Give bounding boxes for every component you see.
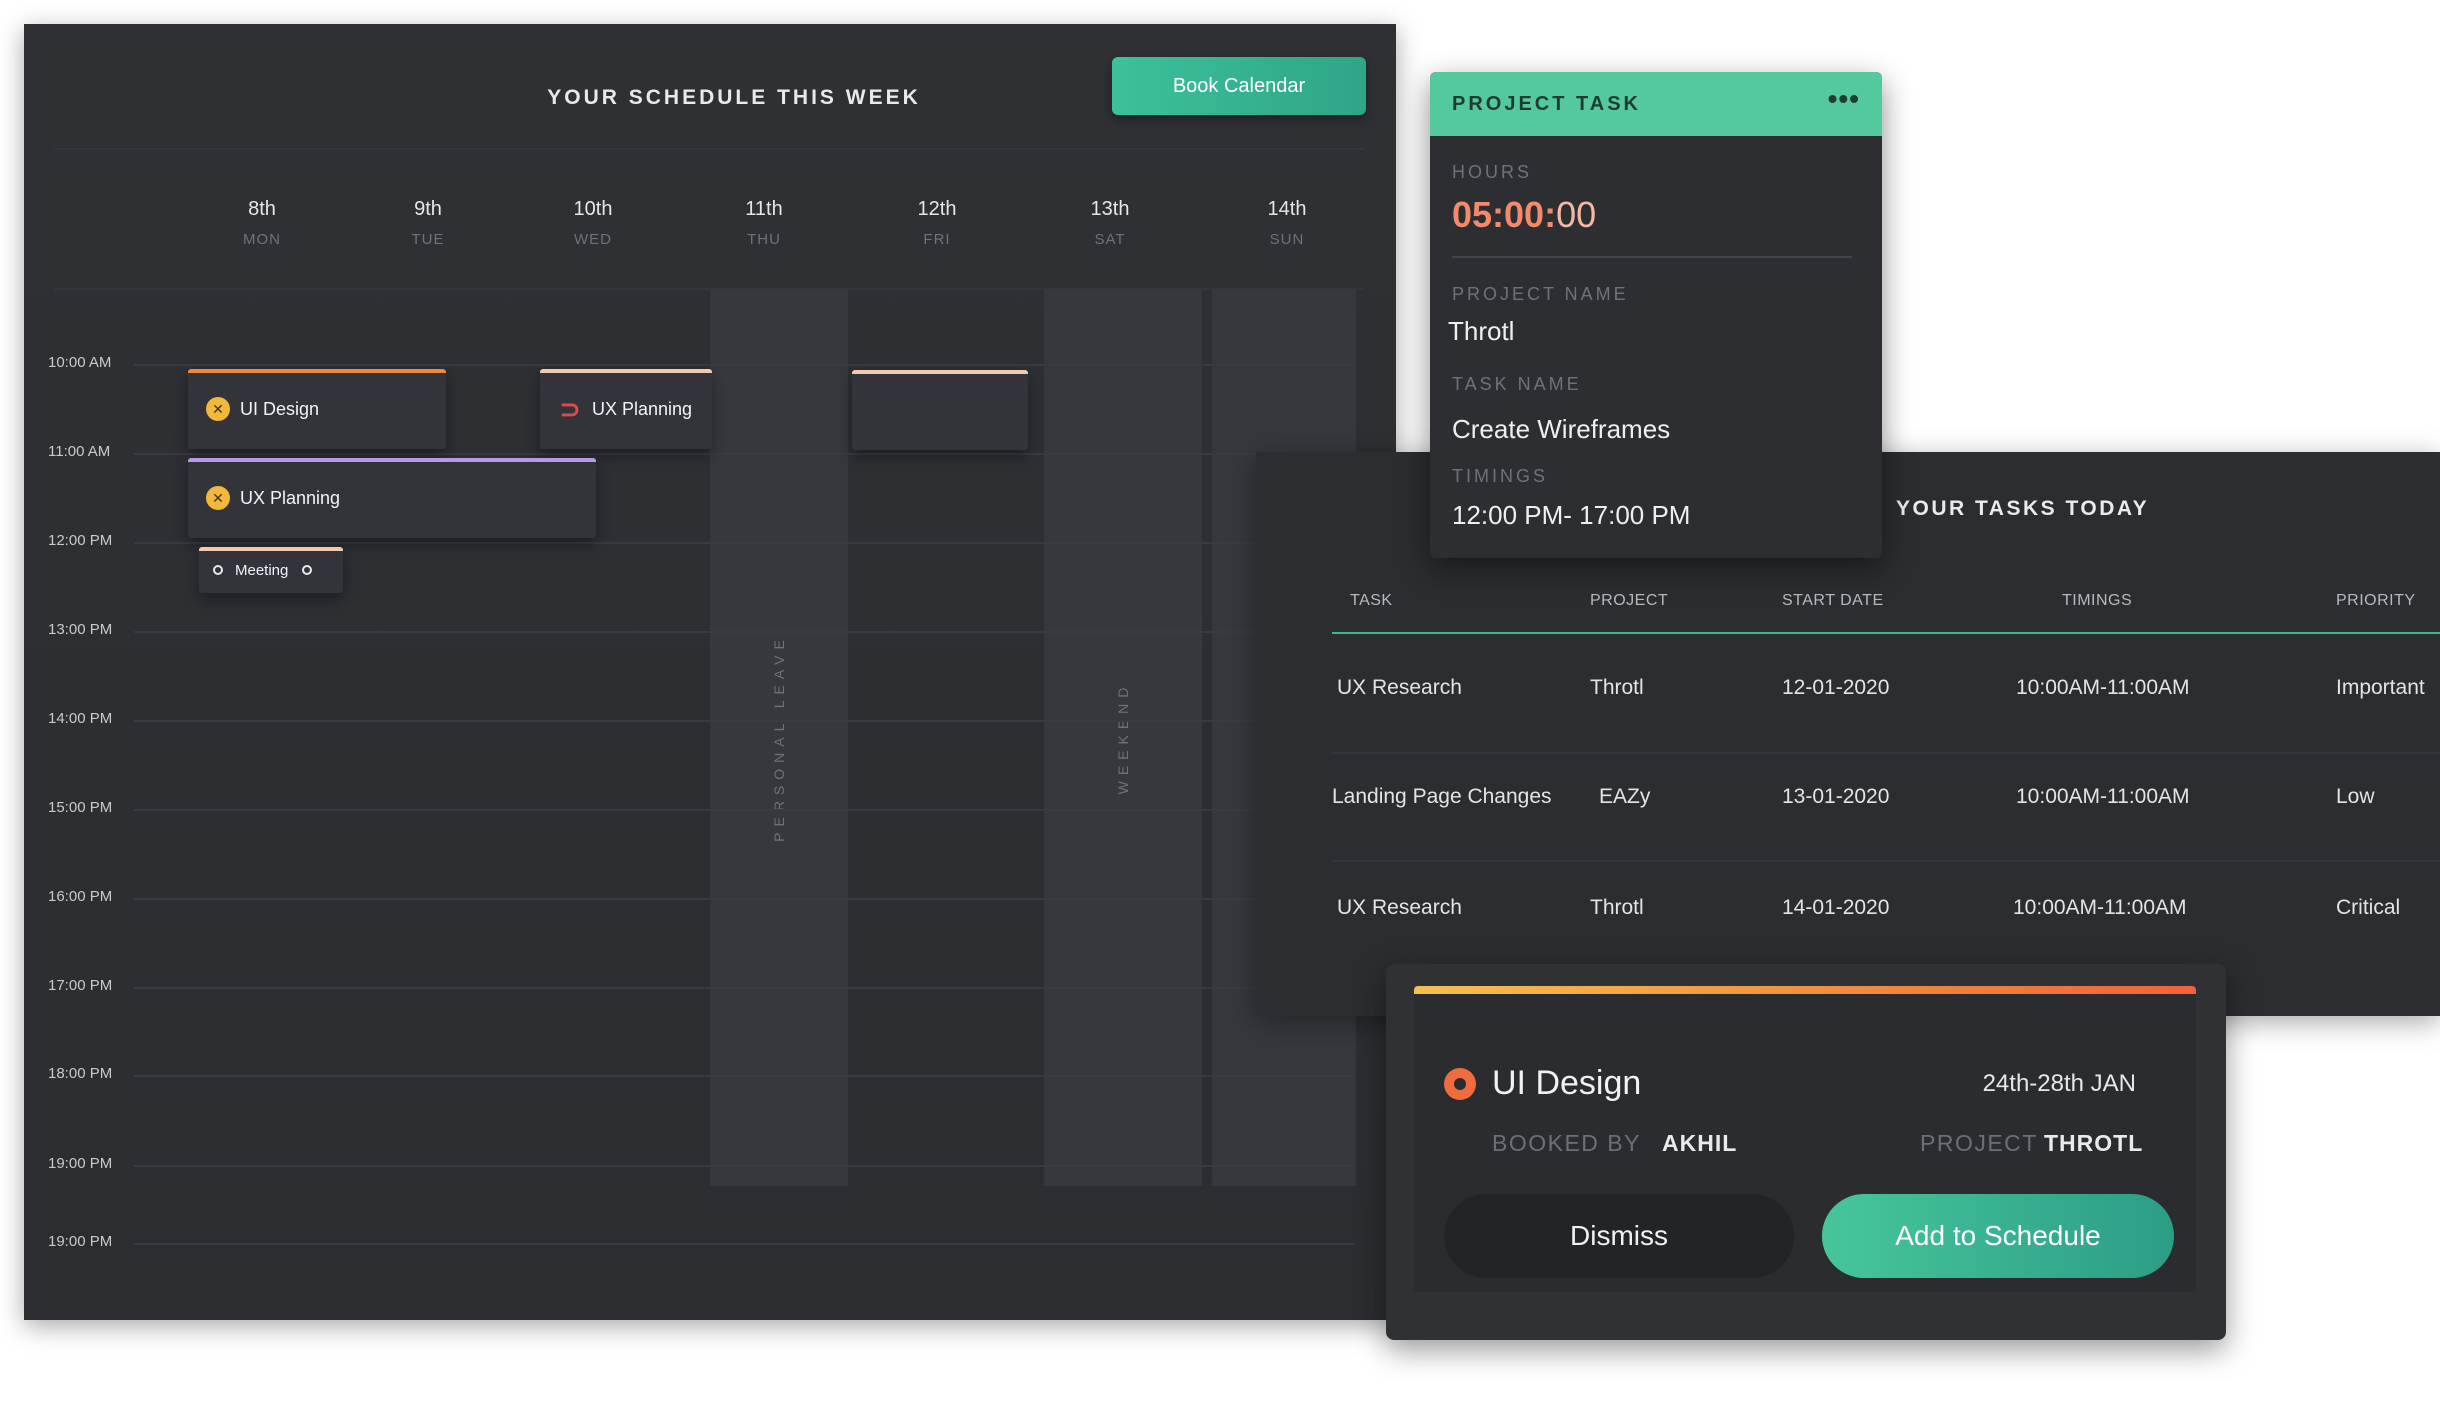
timings-label: TIMINGS bbox=[1452, 466, 1548, 486]
compass-icon: ✕ bbox=[206, 397, 230, 421]
event-ux-planning-mon[interactable]: ✕ UX Planning bbox=[188, 458, 596, 538]
divider bbox=[54, 148, 1364, 150]
day-header-sat[interactable]: 13th SAT bbox=[1055, 198, 1165, 248]
time-row: 19:00 PM bbox=[24, 1155, 1354, 1175]
task-name-value: Create Wireframes bbox=[1452, 414, 1671, 444]
more-dots-icon[interactable]: ••• bbox=[1828, 85, 1860, 113]
day-header-fri[interactable]: 12th FRI bbox=[882, 198, 992, 248]
time-row: 19:00 PM bbox=[24, 1233, 1354, 1253]
event-ux-planning-wed[interactable]: ⊃ UX Planning bbox=[540, 369, 712, 449]
column-header-project[interactable]: PROJECT bbox=[1590, 592, 1668, 610]
compass-icon: ✕ bbox=[206, 486, 230, 510]
schedule-panel: YOUR SCHEDULE THIS WEEK Book Calendar 8t… bbox=[24, 24, 1396, 1320]
day-header-thu[interactable]: 11th THU bbox=[709, 198, 819, 248]
ring-icon bbox=[302, 565, 313, 575]
dismiss-button[interactable]: Dismiss bbox=[1444, 1194, 1794, 1278]
divider bbox=[1452, 256, 1852, 258]
booking-card-inner: UI Design 24th-28th JAN BOOKED BY AKHIL … bbox=[1414, 986, 2196, 1292]
project-label: PROJECT bbox=[1920, 1130, 2038, 1156]
project-task-card: PROJECT TASK ••• HOURS 05:00:00 PROJECT … bbox=[1430, 72, 1882, 558]
row-divider bbox=[1332, 860, 2440, 862]
status-dot-icon bbox=[1444, 1068, 1476, 1100]
project-value: THROTL bbox=[2044, 1130, 2144, 1156]
booked-by-value: AKHIL bbox=[1662, 1130, 1738, 1156]
schedule-title: YOUR SCHEDULE THIS WEEK bbox=[547, 86, 921, 109]
day-header-tue[interactable]: 9th TUE bbox=[373, 198, 483, 248]
project-task-header: PROJECT TASK ••• bbox=[1430, 72, 1882, 136]
time-row: 18:00 PM bbox=[24, 1065, 1354, 1085]
tasks-title: YOUR TASKS TODAY bbox=[1896, 497, 2150, 520]
event-ui-design[interactable]: ✕ UI Design bbox=[188, 369, 446, 449]
book-calendar-button[interactable]: Book Calendar bbox=[1112, 57, 1366, 115]
project-name-value: Throtl bbox=[1448, 316, 1515, 346]
column-header-priority[interactable]: PRIORITY bbox=[2336, 592, 2416, 610]
event-fri[interactable] bbox=[852, 370, 1028, 450]
booked-by-label: BOOKED BY bbox=[1492, 1130, 1641, 1156]
day-header-sun[interactable]: 14th SUN bbox=[1232, 198, 1342, 248]
column-header-task[interactable]: TASK bbox=[1350, 592, 1393, 610]
header-divider bbox=[1332, 632, 2440, 634]
column-header-timings[interactable]: TIMINGS bbox=[2062, 592, 2132, 610]
project-task-title: PROJECT TASK bbox=[1452, 92, 1641, 115]
hours-value: 05:00:00 bbox=[1452, 194, 1597, 235]
column-header-start-date[interactable]: START DATE bbox=[1782, 592, 1884, 610]
row-divider bbox=[1332, 752, 2440, 754]
time-row: 13:00 PM bbox=[24, 621, 1354, 641]
booking-card: UI Design 24th-28th JAN BOOKED BY AKHIL … bbox=[1386, 964, 2226, 1340]
time-row: 15:00 PM bbox=[24, 799, 1354, 819]
accent-bar bbox=[1414, 986, 2196, 994]
booking-title: UI Design bbox=[1492, 1064, 1642, 1102]
add-to-schedule-button[interactable]: Add to Schedule bbox=[1822, 1194, 2174, 1278]
time-row: 17:00 PM bbox=[24, 977, 1354, 997]
personal-leave-band: PERSONAL LEAVE bbox=[710, 290, 848, 1186]
project-name-label: PROJECT NAME bbox=[1452, 284, 1629, 304]
ring-icon bbox=[213, 565, 223, 575]
magnet-icon: ⊃ bbox=[559, 393, 581, 424]
timings-value: 12:00 PM- 17:00 PM bbox=[1452, 500, 1691, 530]
time-row: 16:00 PM bbox=[24, 888, 1354, 908]
event-meeting[interactable]: Meeting bbox=[199, 547, 343, 593]
hours-label: HOURS bbox=[1452, 162, 1533, 182]
weekend-band: WEEKEND bbox=[1044, 290, 1202, 1186]
time-row: 14:00 PM bbox=[24, 710, 1354, 730]
day-header-mon[interactable]: 8th MON bbox=[207, 198, 317, 248]
booking-dates: 24th-28th JAN bbox=[1982, 1070, 2136, 1097]
day-header-wed[interactable]: 10th WED bbox=[538, 198, 648, 248]
task-name-label: TASK NAME bbox=[1452, 374, 1582, 394]
